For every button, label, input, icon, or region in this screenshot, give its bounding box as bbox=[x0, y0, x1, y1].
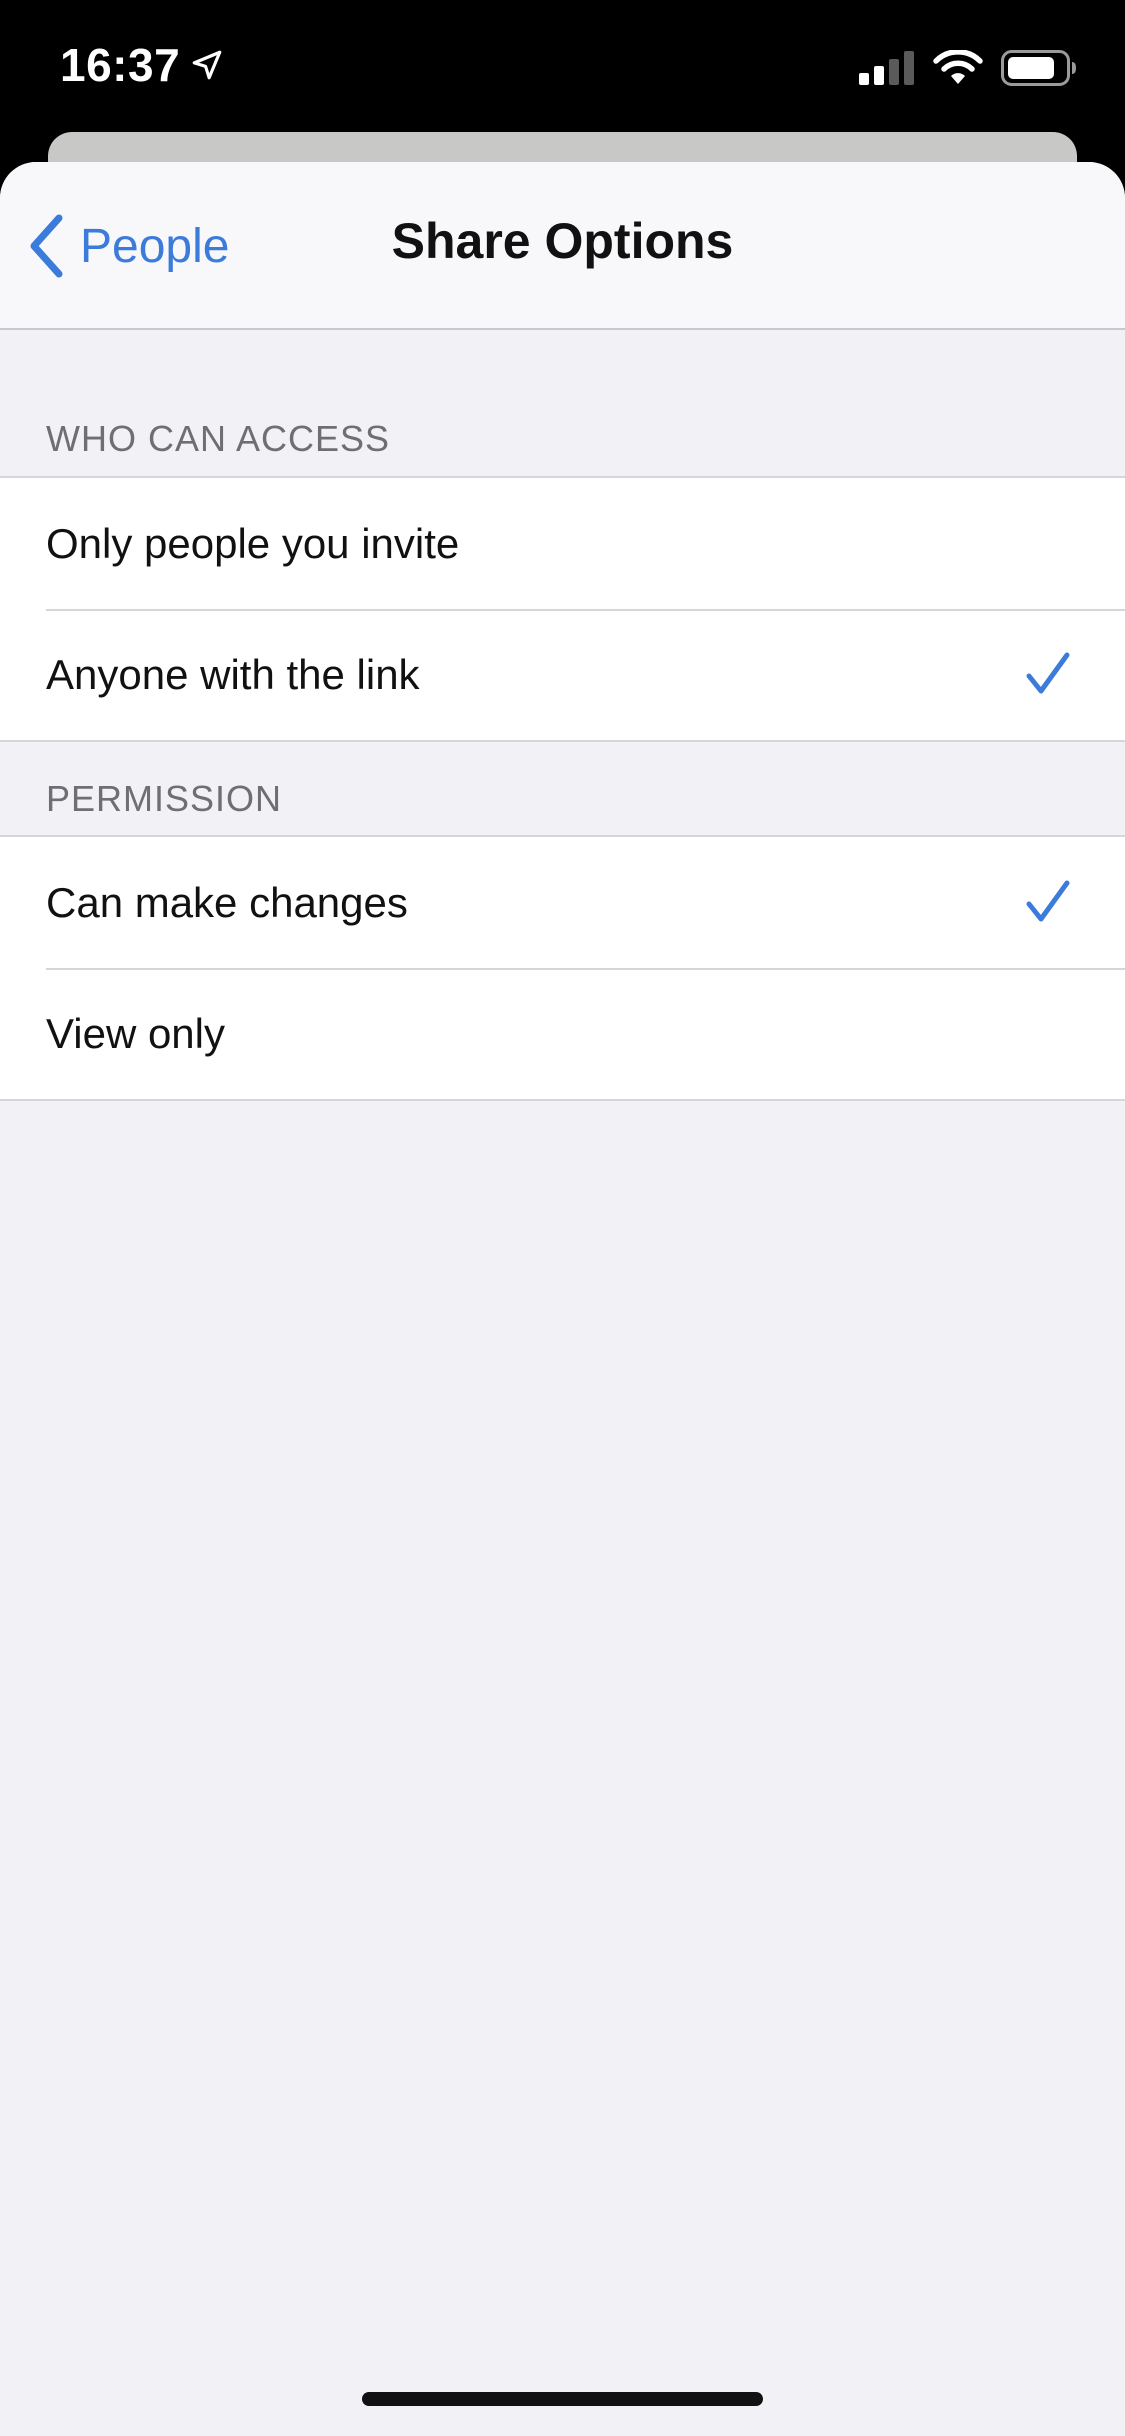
section-header-permission: PERMISSION bbox=[46, 778, 283, 819]
option-label: Can make changes bbox=[46, 878, 408, 926]
wifi-icon bbox=[933, 50, 983, 84]
option-label: Only people you invite bbox=[46, 519, 460, 567]
checkmark-icon bbox=[1026, 880, 1070, 922]
option-label: View only bbox=[46, 1009, 225, 1057]
status-time-text: 16:37 bbox=[60, 39, 181, 91]
section-header-who-can-access: WHO CAN ACCESS bbox=[46, 418, 391, 459]
share-options-sheet: People Share Options WHO CAN ACCESS Only… bbox=[0, 162, 1125, 2436]
option-label: Anyone with the link bbox=[46, 650, 420, 698]
status-bar: 16:37 bbox=[0, 0, 1125, 132]
option-anyone-with-the-link[interactable]: Anyone with the link bbox=[0, 609, 1125, 740]
option-only-people-you-invite[interactable]: Only people you invite bbox=[0, 478, 1125, 609]
page-title: Share Options bbox=[391, 213, 734, 269]
who-can-access-group: Only people you invite Anyone with the l… bbox=[0, 476, 1125, 742]
option-can-make-changes[interactable]: Can make changes bbox=[0, 837, 1125, 968]
home-indicator[interactable] bbox=[362, 2392, 763, 2406]
permission-group: Can make changes View only bbox=[0, 835, 1125, 1101]
cellular-signal-icon bbox=[859, 51, 914, 85]
checkmark-icon bbox=[1026, 652, 1070, 694]
battery-icon bbox=[1001, 50, 1076, 86]
navigation-bar: People Share Options bbox=[0, 162, 1125, 330]
option-view-only[interactable]: View only bbox=[0, 968, 1125, 1099]
location-arrow-icon bbox=[192, 50, 222, 80]
status-time: 16:37 bbox=[60, 38, 224, 92]
status-indicators bbox=[859, 50, 1077, 86]
